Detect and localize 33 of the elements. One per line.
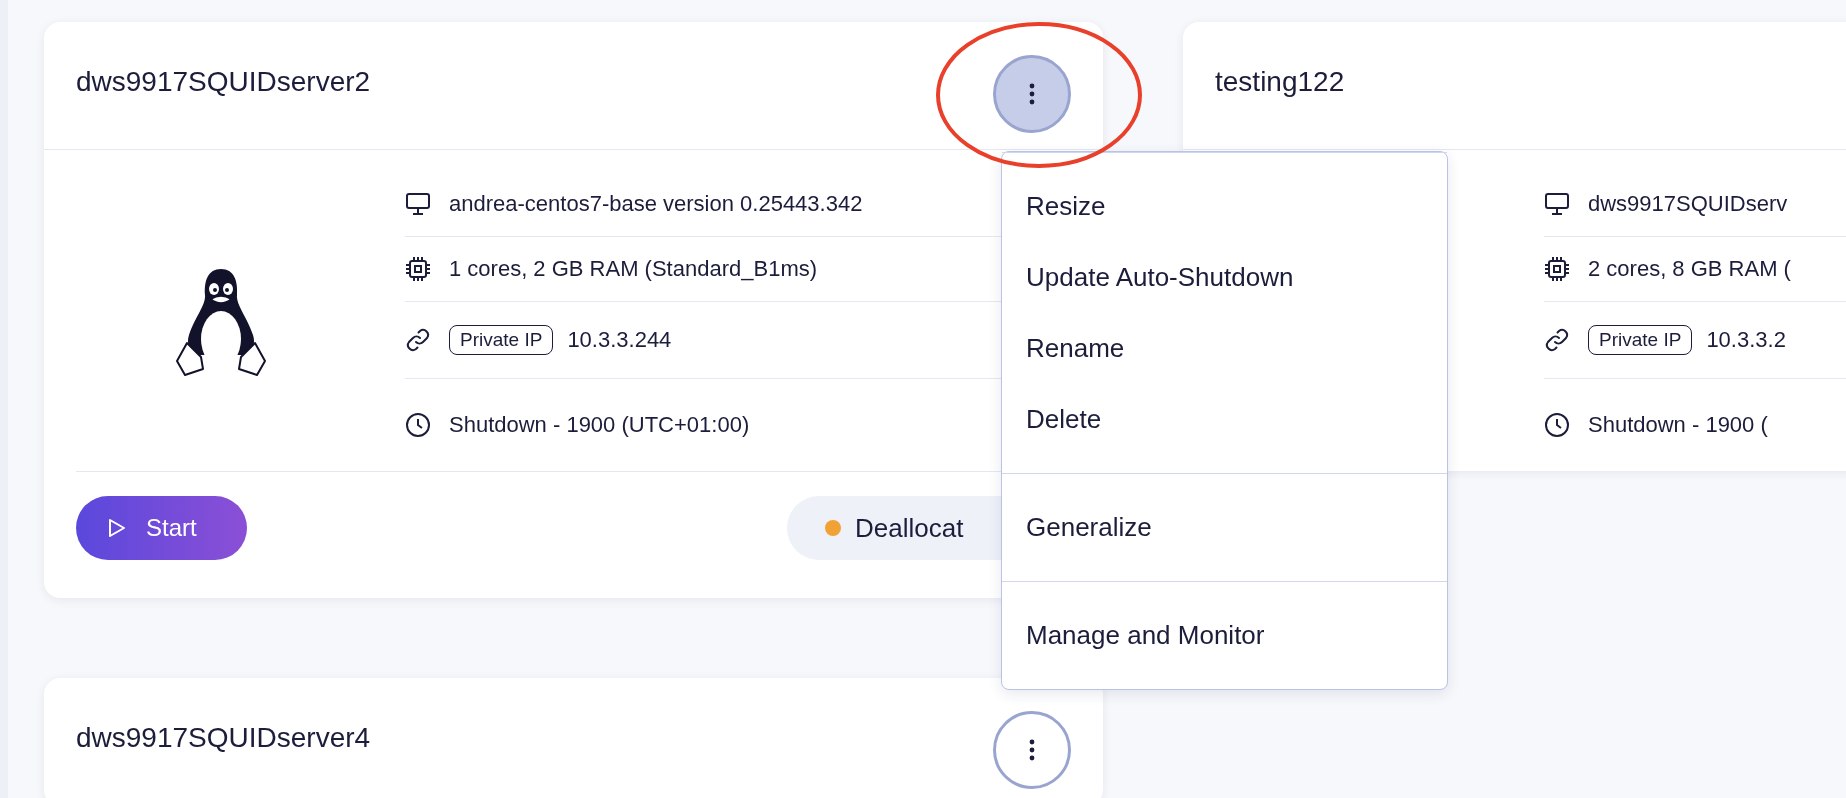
chip-icon <box>1544 256 1570 282</box>
link-icon <box>1544 327 1570 353</box>
ip-type-badge: Private IP <box>449 325 554 355</box>
image-name: andrea-centos7-base version 0.25443.342 <box>449 191 863 217</box>
vm-size: 2 cores, 8 GB RAM ( <box>1588 256 1791 282</box>
start-button[interactable]: Start <box>76 496 247 560</box>
vertical-dots-icon <box>1029 82 1035 105</box>
clock-icon <box>405 412 431 438</box>
status-label: Deallocat <box>855 512 964 544</box>
ip-address: 10.3.3.244 <box>567 327 672 353</box>
monitor-icon <box>405 192 431 216</box>
ip-type-badge: Private IP <box>1588 325 1693 355</box>
menu-item[interactable]: Resize <box>1002 171 1447 242</box>
link-icon <box>405 327 431 353</box>
chip-icon <box>405 256 431 282</box>
shutdown-schedule: Shutdown - 1900 (UTC+01:00) <box>449 412 750 438</box>
menu-item[interactable]: Rename <box>1002 313 1447 384</box>
vm-name: testing122 <box>1215 65 1345 98</box>
shutdown-schedule: Shutdown - 1900 ( <box>1588 412 1768 438</box>
monitor-icon <box>1544 192 1570 216</box>
ip-address: 10.3.3.2 <box>1706 327 1786 353</box>
menu-item[interactable]: Manage and Monitor <box>1002 600 1447 671</box>
status-dot <box>825 520 841 536</box>
clock-icon <box>1544 412 1570 438</box>
play-icon <box>108 518 126 538</box>
vm-name: dws9917SQUIDserver4 <box>76 721 371 754</box>
vm-size: 1 cores, 2 GB RAM (Standard_B1ms) <box>449 256 818 282</box>
vm-name: dws9917SQUIDserver2 <box>76 65 371 98</box>
vertical-dots-icon <box>1029 738 1035 761</box>
menu-item[interactable]: Delete <box>1002 384 1447 455</box>
image-name: dws9917SQUIDserv <box>1588 191 1788 217</box>
menu-item[interactable]: Generalize <box>1002 492 1447 563</box>
menu-item[interactable]: Update Auto-Shutdown <box>1002 242 1447 313</box>
